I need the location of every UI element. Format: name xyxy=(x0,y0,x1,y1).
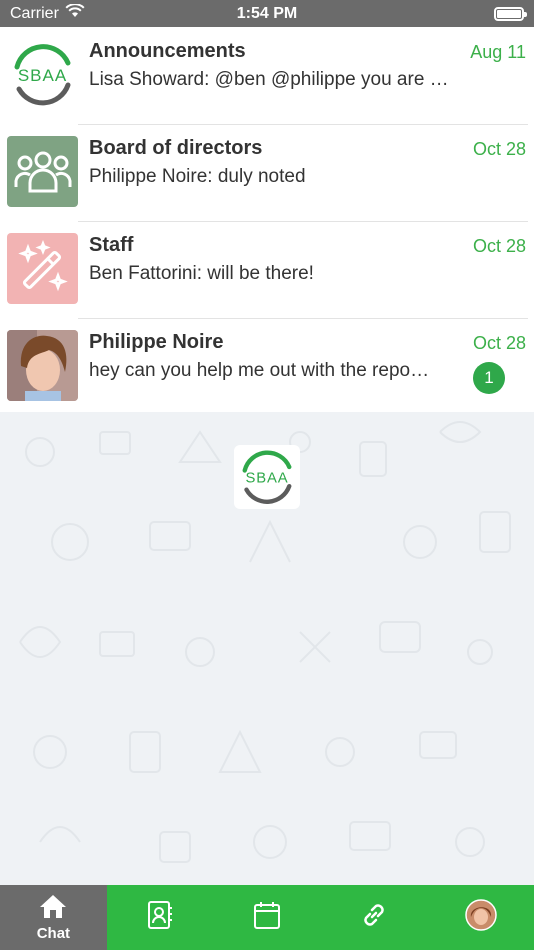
home-icon xyxy=(38,893,68,924)
carrier-label: Carrier xyxy=(10,4,59,22)
user-photo-avatar xyxy=(7,330,78,401)
link-icon xyxy=(359,900,389,935)
magic-wand-icon xyxy=(7,233,78,304)
chat-preview: Ben Fattorini: will be there! xyxy=(89,263,314,284)
chat-preview: Lisa Showard: @ben @philippe you are … xyxy=(89,69,449,90)
chat-preview: Philippe Noire: duly noted xyxy=(89,166,306,187)
tab-calendar[interactable] xyxy=(214,885,321,950)
tab-chat[interactable]: Chat xyxy=(0,885,107,950)
sbaa-logo-avatar: SBAA xyxy=(7,39,78,110)
chat-name: Philippe Noire xyxy=(89,331,224,353)
calendar-icon xyxy=(253,900,281,935)
chat-name: Staff xyxy=(89,234,134,256)
chat-name: Board of directors xyxy=(89,137,263,159)
chat-name: Announcements xyxy=(89,40,246,62)
unread-badge: 1 xyxy=(473,362,505,394)
chat-date: Oct 28 xyxy=(472,139,526,159)
sbaa-logo-text: SBAA xyxy=(18,66,67,85)
chat-row-philippe-noire[interactable]: Philippe Noire hey can you help me out w… xyxy=(0,318,534,415)
wifi-icon xyxy=(65,3,85,23)
tab-profile[interactable] xyxy=(427,885,534,950)
profile-avatar xyxy=(464,899,497,936)
group-icon xyxy=(7,136,78,207)
contacts-icon xyxy=(146,900,174,935)
battery-icon xyxy=(494,6,527,21)
status-bar: Carrier 1:54 PM xyxy=(0,0,534,27)
chat-date: Oct 28 xyxy=(472,333,526,353)
chat-row-staff[interactable]: Staff Ben Fattorini: will be there! Oct … xyxy=(0,221,534,318)
sbaa-logo-text: SBAA xyxy=(245,471,288,487)
chat-row-announcements[interactable]: SBAA Announcements Lisa Showard: @ben @p… xyxy=(0,27,534,124)
tab-label: Chat xyxy=(36,925,71,942)
chat-row-board-of-directors[interactable]: Board of directors Philippe Noire: duly … xyxy=(0,124,534,221)
tab-contacts[interactable] xyxy=(107,885,214,950)
tab-links[interactable] xyxy=(320,885,427,950)
tab-bar: Chat xyxy=(0,885,534,950)
sbaa-logo: SBAA xyxy=(234,445,300,509)
chat-list: SBAA Announcements Lisa Showard: @ben @p… xyxy=(0,27,534,415)
chat-preview: hey can you help me out with the repo… xyxy=(89,360,430,381)
chat-date: Oct 28 xyxy=(472,236,526,256)
chat-date: Aug 11 xyxy=(470,42,526,62)
